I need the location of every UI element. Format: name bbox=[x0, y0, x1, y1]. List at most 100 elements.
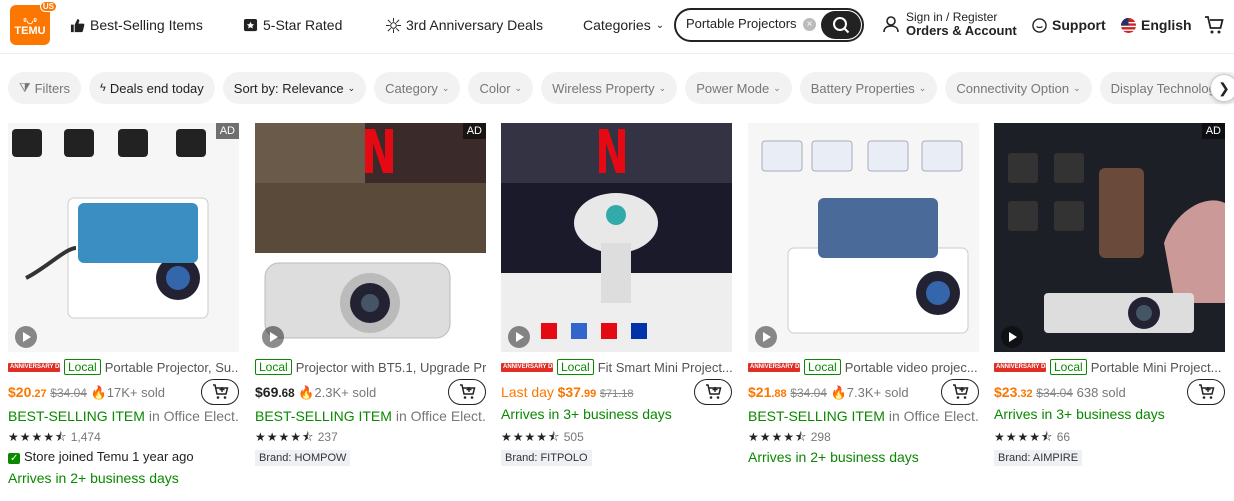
play-video-icon[interactable] bbox=[1001, 326, 1023, 348]
add-cart-icon bbox=[953, 384, 969, 399]
best-selling-badge[interactable]: BEST-SELLING ITEM in Office Elect... ⓘ bbox=[748, 406, 979, 426]
product-image[interactable]: AD bbox=[994, 123, 1225, 352]
deals-end-today-chip[interactable]: ϟ Deals end today bbox=[89, 72, 215, 104]
best-selling-badge[interactable]: BEST-SELLING ITEM in Office Elect... ⓘ bbox=[8, 406, 239, 426]
best-selling-badge[interactable]: BEST-SELLING ITEM in Office Elect... ⓘ bbox=[255, 406, 486, 426]
add-to-cart-button[interactable] bbox=[201, 379, 239, 405]
play-video-icon[interactable] bbox=[508, 326, 530, 348]
price: $21.88 bbox=[748, 384, 787, 400]
add-to-cart-button[interactable] bbox=[694, 379, 732, 405]
chevron-down-icon: ⌄ bbox=[918, 82, 927, 93]
search-button[interactable] bbox=[821, 11, 861, 39]
connectivity-option-filter[interactable]: Connectivity Option ⌄ bbox=[945, 72, 1092, 104]
add-to-cart-button[interactable] bbox=[1187, 379, 1225, 405]
product-title[interactable]: Local Projector with BT5.1, Upgrade Pr... bbox=[255, 358, 486, 376]
delivery-info: Arrives in 3+ business days bbox=[501, 406, 672, 422]
review-count: 298 bbox=[810, 430, 831, 444]
review-count: 66 bbox=[1056, 430, 1071, 444]
filters-chip[interactable]: ⧩ Filters bbox=[8, 72, 81, 104]
sold-count: 7.3K+ sold bbox=[846, 385, 909, 400]
last-day-label: Last day bbox=[501, 384, 554, 400]
wireless-property-filter[interactable]: Wireless Property ⌄ bbox=[541, 72, 678, 104]
brand-label[interactable]: Brand: HOMPOW bbox=[255, 449, 351, 466]
play-video-icon[interactable] bbox=[755, 326, 777, 348]
nav-best-selling[interactable]: Best-Selling Items bbox=[70, 17, 203, 33]
clear-search-icon[interactable]: × bbox=[803, 18, 816, 31]
power-mode-filter[interactable]: Power Mode ⌄ bbox=[685, 72, 792, 104]
product-title[interactable]: ANNIVERSARY DEALS Local Portable Projector… bbox=[8, 358, 239, 376]
product-image[interactable]: AD bbox=[8, 123, 239, 352]
search-input[interactable] bbox=[686, 16, 806, 31]
product-title[interactable]: ANNIVERSARY DEALS Local Fit Smart Mini Pro… bbox=[501, 358, 732, 376]
brand-label[interactable]: Brand: AIMPIRE bbox=[994, 449, 1083, 466]
filter-icon: ⧩ bbox=[19, 80, 31, 95]
brand-label[interactable]: Brand: FITPOLO bbox=[501, 449, 592, 466]
product-card[interactable]: AD Local Projector with BT5.1, Upgrade Pr… bbox=[255, 123, 486, 493]
play-video-icon[interactable] bbox=[262, 326, 284, 348]
chevron-down-icon: ⌄ bbox=[1073, 82, 1081, 93]
product-image[interactable]: AD bbox=[255, 123, 486, 352]
product-title[interactable]: ANNIVERSARY DEALS Local Portable Mini Proj… bbox=[994, 358, 1225, 376]
ad-badge: AD bbox=[215, 123, 239, 139]
lightning-icon: ϟ bbox=[100, 82, 106, 94]
rating[interactable]: ★★★★⯪ 1,474 bbox=[8, 428, 101, 449]
store-joined-info: ✓ Store joined Temu 1 year ago bbox=[8, 449, 194, 464]
local-badge: Local bbox=[557, 359, 594, 375]
product-card[interactable]: AD ANNIVERSARY DEALS Local Portable Mini P… bbox=[994, 123, 1225, 493]
product-title[interactable]: ANNIVERSARY DEALS Local Portable video pro… bbox=[748, 358, 979, 376]
temu-logo[interactable]: ᵍ◡ᵍ TEMU US bbox=[10, 1, 57, 45]
add-to-cart-button[interactable] bbox=[941, 379, 979, 405]
account-menu[interactable]: Sign in / Register Orders & Account bbox=[906, 10, 1017, 38]
add-to-cart-button[interactable] bbox=[448, 379, 486, 405]
support-link[interactable]: Support bbox=[1032, 17, 1106, 33]
language-selector[interactable]: English bbox=[1121, 17, 1192, 33]
product-card[interactable]: AD ANNIVERSARY DEALS Local Portable Projec… bbox=[8, 123, 239, 493]
nav-categories[interactable]: Categories ⌄ bbox=[583, 17, 664, 33]
fire-icon: 🔥 bbox=[90, 385, 107, 400]
sort-dropdown[interactable]: Sort by: Relevance ⌄ bbox=[222, 72, 367, 104]
price-row: $23.32 $34.04 638 sold bbox=[994, 384, 1126, 400]
add-cart-icon bbox=[213, 384, 229, 399]
thumbs-up-icon bbox=[70, 18, 85, 32]
delivery-info: Arrives in 2+ business days bbox=[748, 449, 919, 465]
us-flag-icon bbox=[1121, 17, 1136, 33]
category-filter[interactable]: Category ⌄ bbox=[374, 72, 461, 104]
local-badge: Local bbox=[255, 359, 292, 375]
chevron-down-icon: ⌄ bbox=[347, 82, 356, 93]
original-price: $34.04 bbox=[50, 386, 87, 400]
product-card[interactable]: ANNIVERSARY DEALS Local Fit Smart Mini Pro… bbox=[501, 123, 732, 493]
cart-icon[interactable] bbox=[1204, 15, 1224, 35]
user-icon[interactable] bbox=[882, 15, 900, 33]
rating[interactable]: ★★★★⯪ 237 bbox=[255, 428, 338, 449]
rating[interactable]: ★★★★⯪ 298 bbox=[748, 428, 831, 449]
delivery-info: Arrives in 3+ business days bbox=[994, 406, 1165, 422]
nav-anniversary-deals[interactable]: 3rd Anniversary Deals bbox=[386, 17, 543, 33]
anniversary-deals-badge: ANNIVERSARY DEALS bbox=[994, 362, 1062, 372]
local-badge: Local bbox=[804, 359, 841, 375]
battery-properties-filter[interactable]: Battery Properties ⌄ bbox=[799, 72, 938, 104]
color-filter[interactable]: Color ⌄ bbox=[468, 72, 534, 104]
region-badge: US bbox=[39, 1, 57, 12]
local-badge: Local bbox=[1050, 359, 1087, 375]
top-header: ᵍ◡ᵍ TEMU US Best-Selling Items 5-Star Rat… bbox=[0, 0, 1234, 54]
store-check-icon: ✓ bbox=[8, 453, 21, 464]
original-price: $71.18 bbox=[599, 388, 634, 400]
filters-scroll-right-button[interactable]: ❯ bbox=[1210, 74, 1234, 102]
original-price: $34.04 bbox=[790, 386, 827, 400]
nav-5-star[interactable]: 5-Star Rated bbox=[243, 17, 342, 33]
product-image[interactable] bbox=[501, 123, 732, 352]
review-count: 1,474 bbox=[70, 430, 101, 444]
rating[interactable]: ★★★★⯪ 505 bbox=[501, 428, 584, 449]
star-rating-icon: ★★★★⯪ bbox=[501, 430, 561, 444]
review-count: 505 bbox=[563, 430, 584, 444]
price-row: $20.27 $34.04 🔥17K+ sold bbox=[8, 384, 165, 401]
sold-count: 2.3K+ sold bbox=[314, 385, 377, 400]
play-video-icon[interactable] bbox=[15, 326, 37, 348]
filter-bar: ⧩ Filters ϟ Deals end today Sort by: Relev… bbox=[8, 72, 1234, 104]
product-card[interactable]: ANNIVERSARY DEALS Local Portable video pro… bbox=[748, 123, 979, 493]
product-image[interactable] bbox=[748, 123, 979, 352]
rating[interactable]: ★★★★⯪ 66 bbox=[994, 428, 1070, 449]
search-bar: × bbox=[674, 8, 864, 42]
anniversary-deals-badge: ANNIVERSARY DEALS bbox=[8, 362, 76, 372]
anniversary-deals-badge: ANNIVERSARY DEALS bbox=[748, 362, 816, 372]
